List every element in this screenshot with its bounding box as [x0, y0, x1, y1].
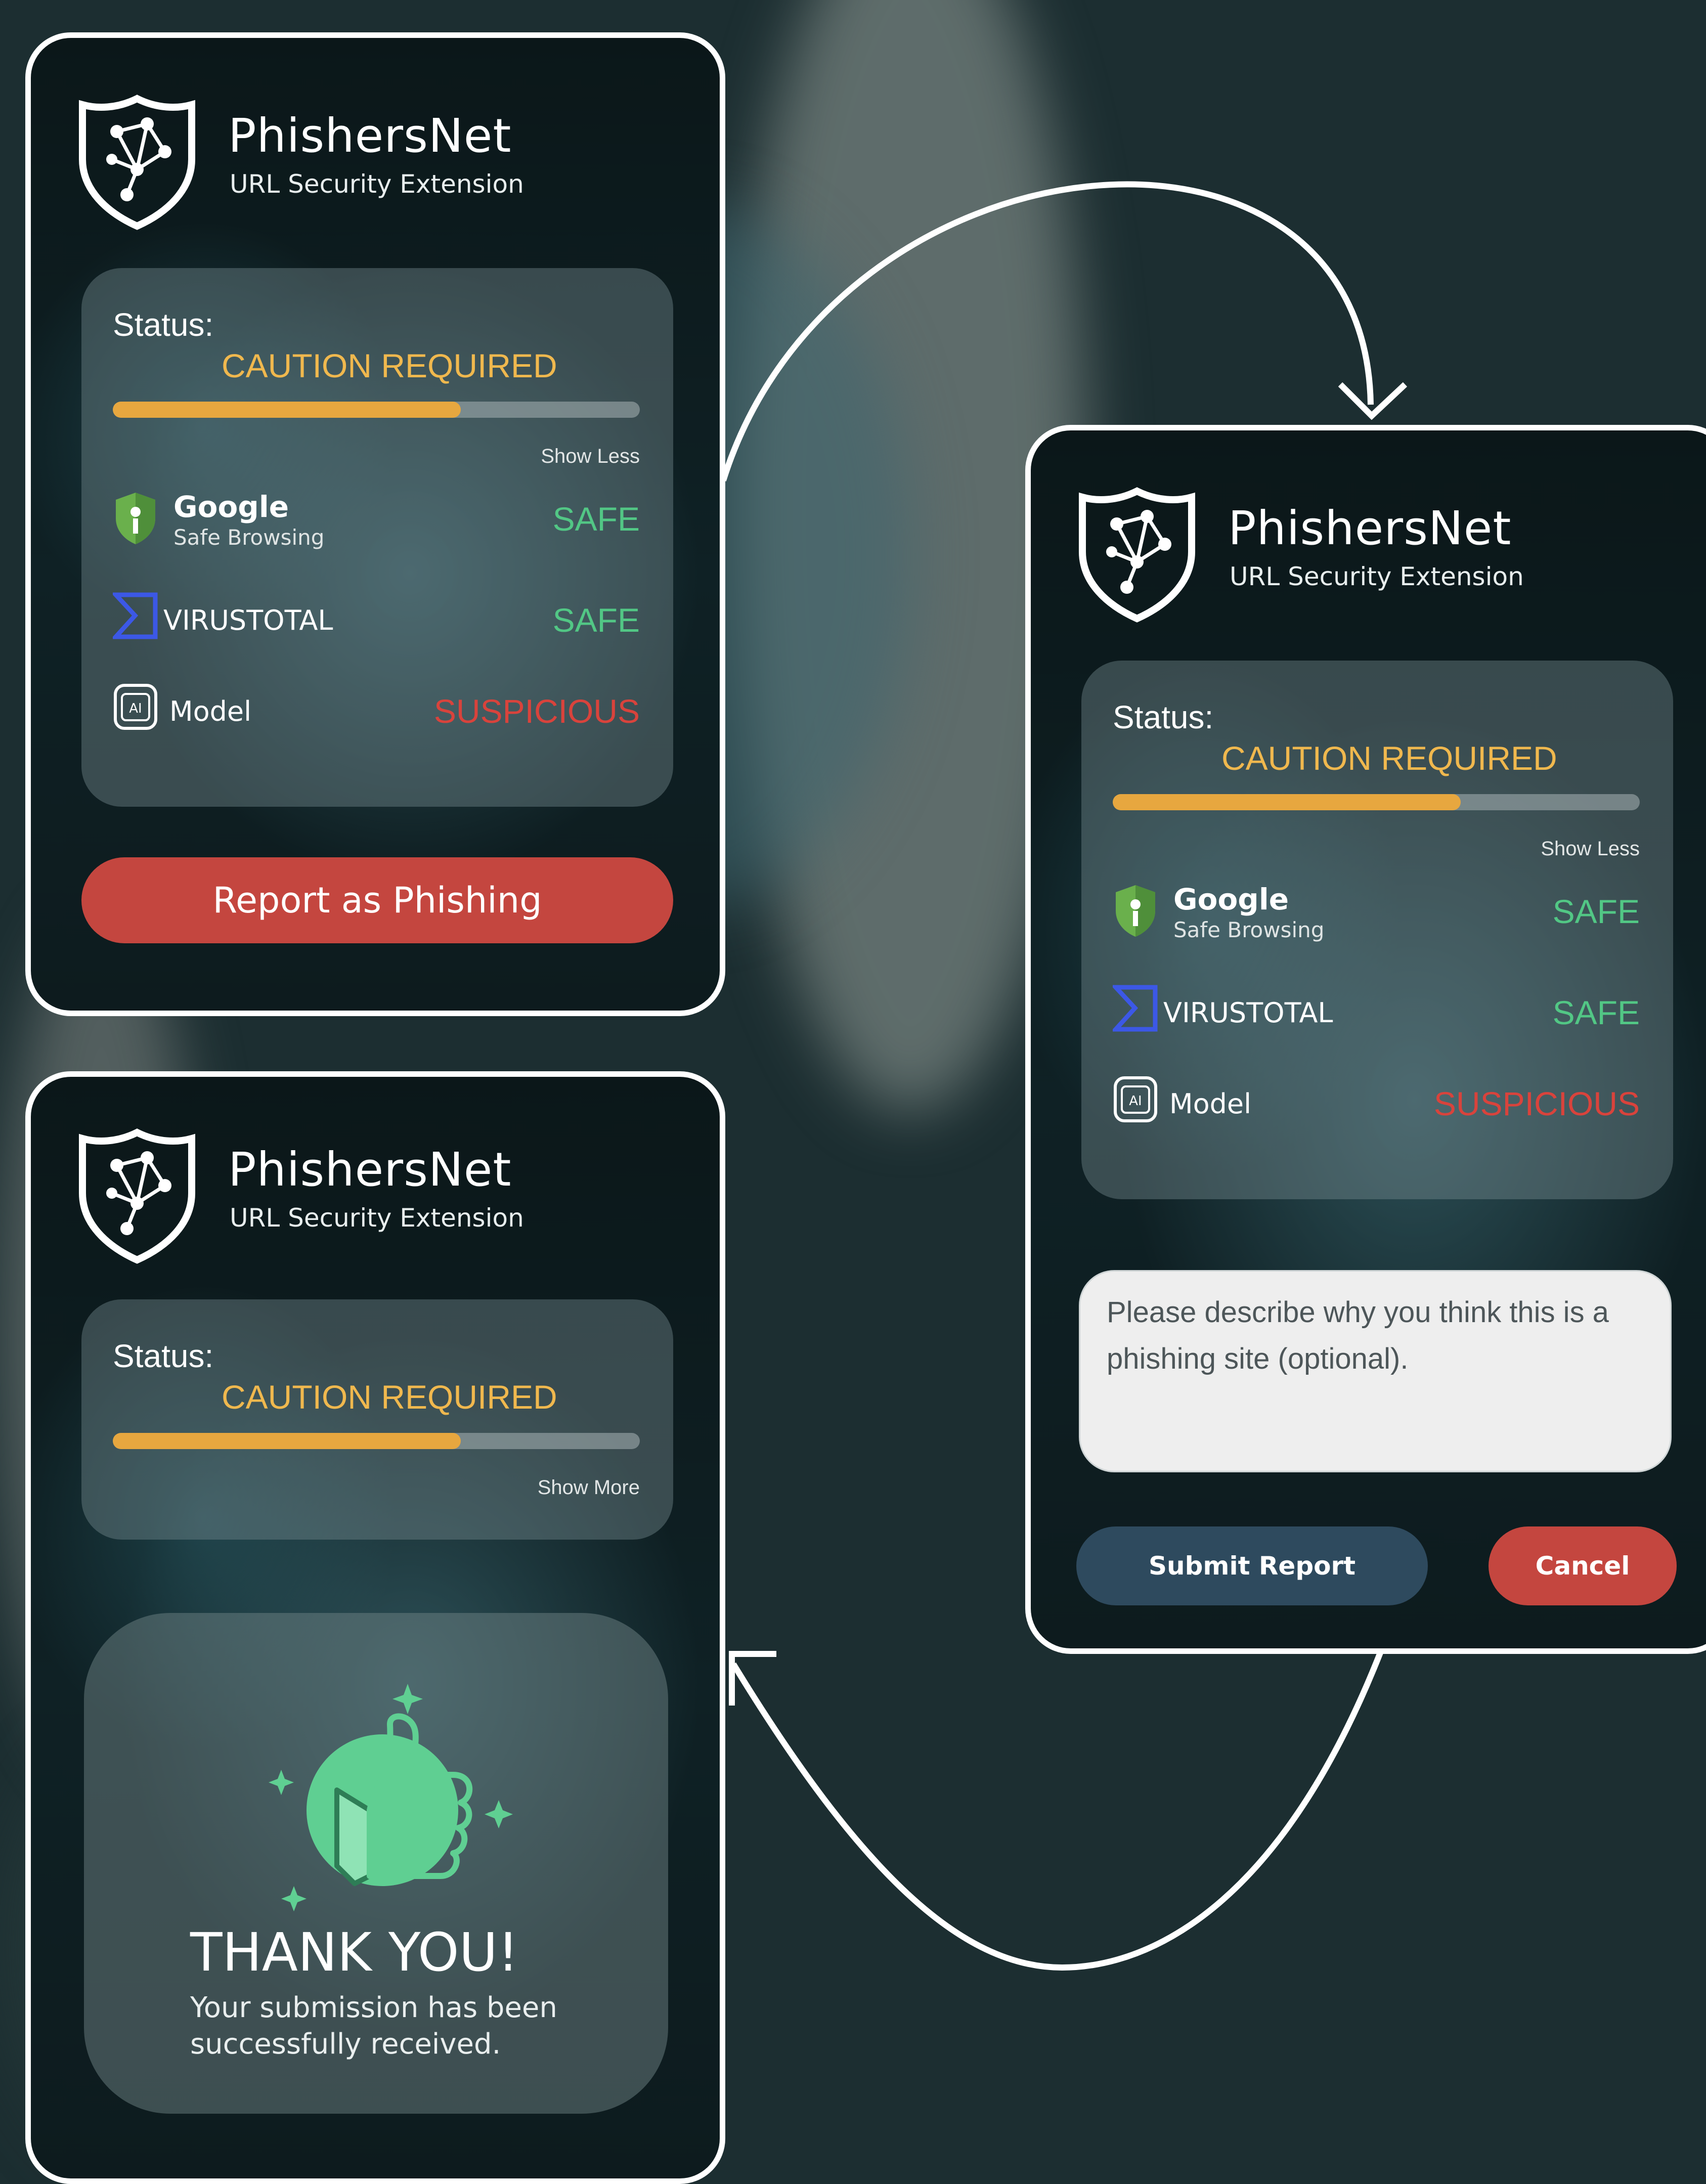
- google-name: Google: [1173, 882, 1289, 916]
- brand-subtitle: URL Security Extension: [230, 1203, 524, 1233]
- virustotal-name: VIRUSTOTAL: [1163, 997, 1333, 1029]
- google-safe-browsing-shield-icon: [116, 493, 155, 544]
- virustotal-result: SAFE: [1552, 994, 1640, 1031]
- model-result: SUSPICIOUS: [433, 692, 640, 730]
- brand-subtitle: URL Security Extension: [1230, 562, 1524, 591]
- status-card: Status: CAUTION REQUIRED Show Less Googl…: [81, 268, 673, 807]
- risk-progress-bar: [113, 402, 640, 418]
- thumbs-up-icon: [269, 1684, 513, 1911]
- check-row-model: AI Model SUSPICIOUS: [1113, 1065, 1640, 1131]
- model-name: Model: [169, 695, 252, 727]
- submit-report-button[interactable]: Submit Report: [1076, 1526, 1428, 1605]
- extension-popup-result: PhishersNet URL Security Extension Statu…: [25, 32, 725, 1016]
- cancel-button[interactable]: Cancel: [1489, 1526, 1677, 1605]
- check-row-virustotal: VIRUSTOTAL SAFE: [1113, 974, 1640, 1040]
- risk-progress-fill: [113, 1433, 461, 1449]
- google-safe-browsing-shield-icon: [1116, 885, 1155, 937]
- ai-model-icon: AI: [1114, 1076, 1157, 1122]
- risk-progress-fill: [1113, 794, 1461, 810]
- check-row-google: Google Safe Browsing SAFE: [1113, 873, 1640, 942]
- thank-you-title: THANK YOU!: [190, 1921, 519, 1983]
- status-value: CAUTION REQUIRED: [1221, 739, 1557, 777]
- risk-progress-fill: [113, 402, 461, 418]
- ai-icon-text: AI: [1129, 1094, 1142, 1109]
- google-subtitle: Safe Browsing: [173, 525, 325, 550]
- risk-progress-bar: [1113, 794, 1640, 810]
- extension-popup-thank-you: PhishersNet URL Security Extension Statu…: [25, 1071, 725, 2184]
- brand-name: PhishersNet: [228, 1143, 512, 1197]
- virustotal-icon: [1113, 985, 1158, 1032]
- extension-popup-report-form: PhishersNet URL Security Extension Statu…: [1025, 425, 1706, 1654]
- virustotal-result: SAFE: [552, 601, 640, 639]
- thank-you-card: THANK YOU! Your submission has been succ…: [84, 1613, 668, 2114]
- model-name: Model: [1169, 1088, 1252, 1120]
- header: PhishersNet URL Security Extension: [76, 94, 683, 235]
- status-card: Status: CAUTION REQUIRED Show More: [81, 1299, 673, 1540]
- brand-name: PhishersNet: [228, 109, 512, 163]
- status-label: Status:: [1113, 699, 1214, 735]
- risk-progress-bar: [113, 1433, 640, 1449]
- google-result: SAFE: [552, 500, 640, 538]
- ai-icon-text: AI: [129, 701, 142, 716]
- report-phishing-button[interactable]: Report as Phishing: [81, 857, 673, 943]
- check-row-virustotal: VIRUSTOTAL SAFE: [113, 582, 640, 647]
- report-description-input[interactable]: [1079, 1270, 1672, 1472]
- show-less-link[interactable]: Show Less: [1541, 838, 1640, 860]
- header: PhishersNet URL Security Extension: [1076, 486, 1683, 628]
- status-label: Status:: [113, 307, 214, 343]
- status-label: Status:: [113, 1338, 214, 1374]
- virustotal-name: VIRUSTOTAL: [163, 604, 333, 636]
- show-less-link[interactable]: Show Less: [541, 445, 640, 468]
- show-more-link[interactable]: Show More: [538, 1476, 640, 1499]
- flow-arrow-form-to-thanks: [730, 1650, 1384, 1971]
- brand-subtitle: URL Security Extension: [230, 169, 524, 199]
- google-name: Google: [173, 490, 289, 524]
- status-value: CAUTION REQUIRED: [222, 1378, 557, 1416]
- shield-network-logo-icon: [1079, 487, 1195, 623]
- brand-name: PhishersNet: [1228, 501, 1512, 555]
- google-subtitle: Safe Browsing: [1173, 918, 1325, 942]
- google-result: SAFE: [1552, 893, 1640, 930]
- shield-network-logo-icon: [79, 1128, 195, 1264]
- thank-you-message: Your submission has been successfully re…: [190, 1991, 557, 2061]
- check-row-google: Google Safe Browsing SAFE: [113, 481, 640, 550]
- model-result: SUSPICIOUS: [1433, 1085, 1640, 1122]
- status-value: CAUTION REQUIRED: [222, 347, 557, 384]
- ai-model-icon: AI: [114, 684, 157, 730]
- virustotal-icon: [113, 592, 158, 639]
- header: PhishersNet URL Security Extension: [76, 1127, 683, 1269]
- shield-network-logo-icon: [79, 95, 195, 230]
- status-card: Status: CAUTION REQUIRED Show Less Googl…: [1081, 661, 1673, 1199]
- check-row-model: AI Model SUSPICIOUS: [113, 673, 640, 738]
